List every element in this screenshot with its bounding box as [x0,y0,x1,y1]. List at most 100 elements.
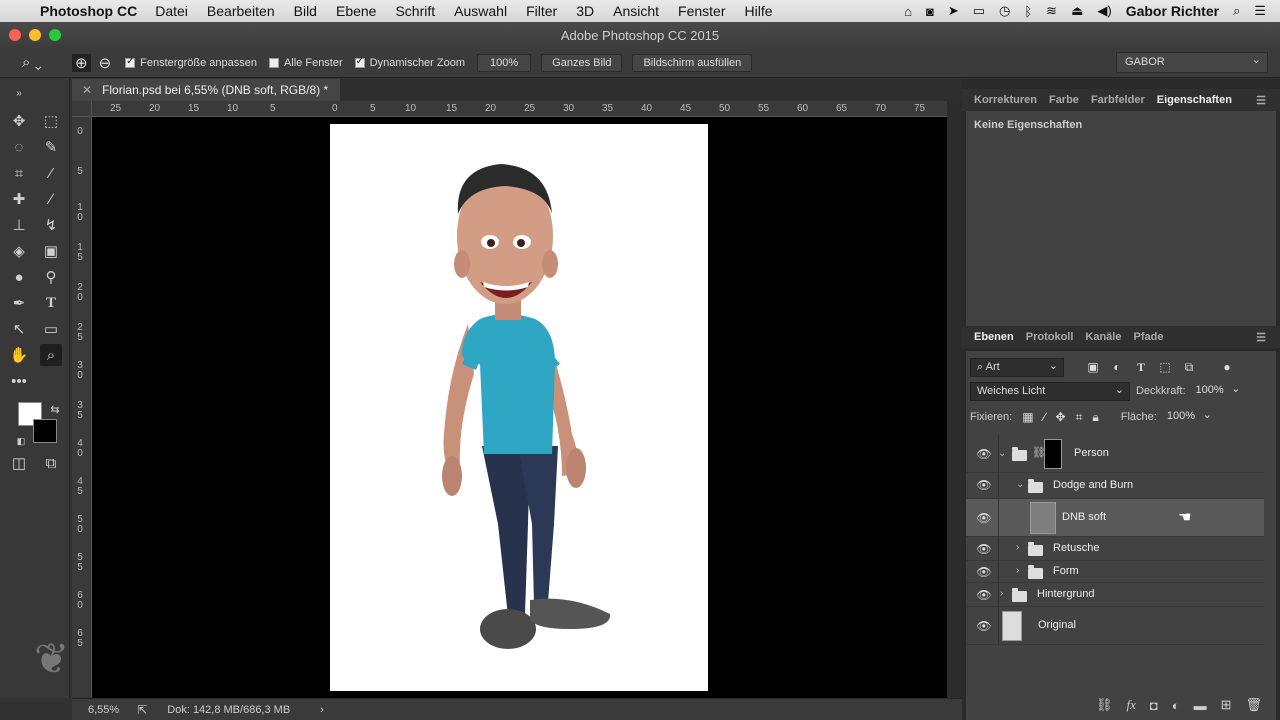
visibility-eye-icon[interactable]: 👁︎ [976,542,992,556]
pixel-layer-filter-icon[interactable]: ▣ [1084,358,1102,376]
fit-window-checkbox[interactable] [125,56,136,68]
filter-toggle-icon[interactable]: ● [1218,358,1236,376]
camera-icon[interactable]: ◙ [926,4,934,19]
horizontal-ruler[interactable]: 25 20 15 10 5 0 5 10 15 20 25 30 35 40 4… [92,101,947,117]
home-icon[interactable]: ⌂ [904,4,912,19]
document-tab[interactable]: ✕ Florian.psd bei 6,55% (DNB soft, RGB/8… [72,79,341,101]
group-expand-arrow-icon[interactable]: ⌄ [1016,479,1024,490]
zoom-in-icon[interactable]: ⊕ [72,53,91,72]
adjustment-layer-filter-icon[interactable]: ◐ [1108,358,1126,376]
tab-korrekturen[interactable]: Korrekturen [968,94,1043,106]
layer-row-form[interactable]: 👁︎ › Form [966,561,1264,583]
healing-brush-tool-icon[interactable]: ✚ [8,188,30,210]
type-layer-filter-icon[interactable]: T [1132,358,1150,376]
lock-position-icon[interactable]: ✥ [1056,410,1066,424]
fill-screen-button[interactable]: Bildschirm ausfüllen [632,53,753,72]
menu-hilfe[interactable]: Hilfe [745,3,773,19]
layer-row-hintergrund[interactable]: 👁︎ › Hintergrund [966,583,1264,607]
visibility-eye-icon[interactable]: 👁︎ [976,478,992,492]
lock-artboard-icon[interactable]: ⌗ [1076,410,1083,425]
wifi-icon[interactable]: ≋ [1046,3,1057,19]
smart-object-thumbnail[interactable] [1002,611,1022,641]
menu-filter[interactable]: Filter [526,3,557,19]
type-tool-icon[interactable]: T [40,292,62,314]
eraser-tool-icon[interactable]: ◈ [8,240,30,262]
spotlight-search-icon[interactable]: ⌕ [1233,3,1240,19]
lock-all-icon[interactable]: 🔒︎ [1092,410,1098,425]
zoom-level[interactable]: 6,55% [88,704,119,716]
path-selection-tool-icon[interactable]: ↖ [8,318,30,340]
layers-panel-menu-icon[interactable]: ☰ [1250,331,1272,344]
volume-icon[interactable]: ◀) [1097,3,1111,19]
visibility-eye-icon[interactable]: 👁︎ [976,619,992,633]
group-collapse-arrow-icon[interactable]: › [1016,542,1019,553]
delete-layer-icon[interactable]: 🗑︎ [1245,697,1262,713]
zoom-tool-preset-icon[interactable]: ⌕ ⌄ [22,54,58,71]
menu-datei[interactable]: Datei [155,3,188,19]
layer-row-dnb-soft[interactable]: 👁︎ DNB soft ☚ [966,499,1264,537]
hand-tool-icon[interactable]: ✋ [8,344,30,366]
clone-stamp-tool-icon[interactable]: ⊥ [8,214,30,236]
default-colors-icon[interactable]: ◧ [10,430,32,452]
tab-eigenschaften[interactable]: Eigenschaften [1151,94,1238,106]
add-mask-icon[interactable]: ◘ [1150,698,1158,713]
history-brush-tool-icon[interactable]: ↯ [40,214,62,236]
screen-mode-icon[interactable]: ⧉ [40,452,62,474]
menu-schrift[interactable]: Schrift [395,3,435,19]
visibility-eye-icon[interactable]: 👁︎ [976,588,992,602]
gradient-tool-icon[interactable]: ▣ [40,240,62,262]
fill-value[interactable]: 100% [1160,407,1217,427]
link-layers-icon[interactable]: ⛓ [1096,697,1113,713]
document-size[interactable]: Dok: 142,8 MB/686,3 MB [167,704,290,716]
lock-pixels-icon[interactable]: ∕ [1044,410,1046,424]
vertical-ruler[interactable]: 0 5 1 0 1 5 2 0 2 5 3 0 3 5 4 0 4 5 5 0 … [72,117,92,697]
canvas-vertical-scrollbar[interactable] [947,101,962,698]
tab-kanaele[interactable]: Kanäle [1079,331,1127,343]
dodge-tool-icon[interactable]: ⚲ [40,266,62,288]
bluetooth-icon[interactable]: ᛒ [1024,4,1032,19]
layer-row-dodge-and-burn[interactable]: 👁︎ ⌄ Dodge and Burn [966,473,1264,499]
minimize-window-button[interactable] [29,29,41,41]
group-expand-arrow-icon[interactable]: ⌄ [998,448,1006,459]
layer-row-person[interactable]: 👁︎ ⌄ ⛓ Person [966,435,1264,473]
quick-selection-tool-icon[interactable]: ✎ [40,136,62,158]
menu-bearbeiten[interactable]: Bearbeiten [207,3,275,19]
marquee-tool-icon[interactable]: ⬚ [40,110,62,132]
zoom-out-icon[interactable]: ⊖ [99,54,112,72]
blend-mode-select[interactable]: Weiches Licht [970,381,1130,401]
opacity-value[interactable]: 100% [1189,381,1246,401]
eject-icon[interactable]: ⏏ [1071,3,1083,19]
layer-filter-kind-select[interactable]: ⌕ Art [970,357,1064,377]
blur-tool-icon[interactable]: ● [8,266,30,288]
eyedropper-tool-icon[interactable]: ⁄ [40,162,62,184]
background-color-swatch[interactable] [33,419,57,443]
move-tool-icon[interactable]: ✥ [8,110,30,132]
group-collapse-arrow-icon[interactable]: › [1000,588,1003,599]
menu-ansicht[interactable]: Ansicht [613,3,659,19]
ruler-origin[interactable] [72,101,92,117]
layer-effects-icon[interactable]: fx [1126,697,1135,713]
tab-pfade[interactable]: Pfade [1127,331,1169,343]
zoom-tool-icon[interactable]: ⌕ [40,344,62,366]
zoom-100-button[interactable]: 100% [477,53,532,72]
tab-ebenen[interactable]: Ebenen [968,331,1020,343]
visibility-eye-icon[interactable]: 👁︎ [976,565,992,579]
menu-fenster[interactable]: Fenster [678,3,725,19]
tab-protokoll[interactable]: Protokoll [1020,331,1080,343]
new-group-icon[interactable]: ▬ [1194,698,1207,713]
send-icon[interactable]: ➤ [948,3,959,19]
app-menu[interactable]: Photoshop CC [40,3,137,19]
new-layer-icon[interactable]: ⊞ [1221,697,1232,713]
group-collapse-arrow-icon[interactable]: › [1016,565,1019,576]
fit-window-option[interactable]: Fenstergröße anpassen [125,56,257,69]
toolbox-collapse-icon[interactable]: » [8,82,30,104]
tab-farbfelder[interactable]: Farbfelder [1085,94,1151,106]
status-menu-arrow-icon[interactable]: › [320,704,324,716]
close-document-icon[interactable]: ✕ [82,83,92,97]
new-adjustment-layer-icon[interactable]: ◐ [1172,698,1180,713]
swap-colors-icon[interactable]: ⇆ [44,398,66,420]
export-icon[interactable]: ⇱ [137,703,147,717]
menu-bild[interactable]: Bild [294,3,317,19]
layer-row-original[interactable]: 👁︎ Original [966,607,1264,645]
battery-icon[interactable]: ▭ [973,3,985,19]
